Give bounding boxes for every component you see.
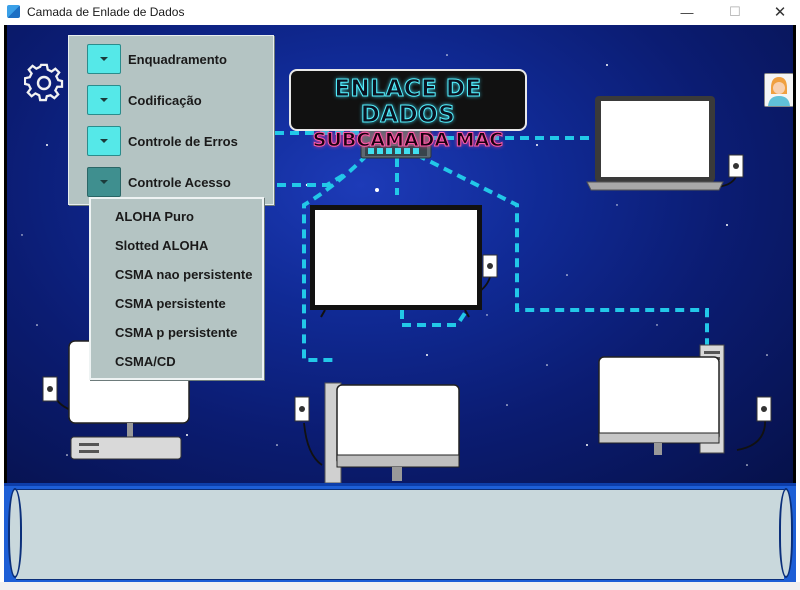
window-titlebar: Camada de Enlade de Dados — ☐ ✕ xyxy=(0,0,800,24)
submenu-item-csma-nao-persistente[interactable]: CSMA nao persistente xyxy=(115,267,253,282)
chevron-down-icon[interactable] xyxy=(87,126,121,156)
window-bottom-edge xyxy=(0,582,800,590)
transmission-medium-panel xyxy=(4,483,796,582)
menu-item-controle-acesso[interactable]: Controle Acesso xyxy=(87,166,231,198)
menu-item-enquadramento[interactable]: Enquadramento xyxy=(87,43,227,75)
layer-menu: Enquadramento Codificação Controle de Er… xyxy=(68,35,274,205)
menu-item-label: Controle Acesso xyxy=(128,174,231,190)
chevron-down-icon[interactable] xyxy=(87,44,121,74)
tube-right-cap xyxy=(779,488,793,578)
submenu-item-aloha-puro[interactable]: ALOHA Puro xyxy=(115,209,194,224)
maximize-button[interactable]: ☐ xyxy=(712,0,758,24)
tube-left-cap xyxy=(8,488,22,578)
menu-item-label: Controle de Erros xyxy=(128,133,238,149)
window-title: Camada de Enlade de Dados xyxy=(27,5,185,19)
app-icon xyxy=(7,5,20,18)
logo-title: ENLACE DE DADOS xyxy=(334,76,482,129)
access-control-submenu: ALOHA Puro Slotted ALOHA CSMA nao persis… xyxy=(89,197,264,380)
app-logo: ENLACE DE DADOS SUBCAMADA MAC xyxy=(289,69,527,152)
menu-item-controle-erros[interactable]: Controle de Erros xyxy=(87,125,238,157)
submenu-item-csma-cd[interactable]: CSMA/CD xyxy=(115,354,176,369)
desktop-computer-icon xyxy=(598,344,772,455)
menu-item-codificacao[interactable]: Codificação xyxy=(87,84,202,116)
avatar-icon[interactable] xyxy=(764,73,793,107)
laptop-icon xyxy=(586,96,744,191)
transmission-tube xyxy=(16,489,784,580)
submenu-item-csma-persistente[interactable]: CSMA persistente xyxy=(115,296,226,311)
menu-item-label: Codificação xyxy=(128,92,202,108)
desktop-computer-icon xyxy=(294,382,460,483)
submenu-item-slotted-aloha[interactable]: Slotted ALOHA xyxy=(115,238,208,253)
close-button[interactable]: ✕ xyxy=(757,0,800,24)
chevron-down-icon[interactable] xyxy=(87,167,121,197)
monitor-icon xyxy=(310,205,498,318)
menu-item-label: Enquadramento xyxy=(128,51,227,67)
gear-icon[interactable] xyxy=(24,63,64,103)
chevron-down-icon[interactable] xyxy=(87,85,121,115)
submenu-item-csma-p-persistente[interactable]: CSMA p persistente xyxy=(115,325,237,340)
minimize-button[interactable]: — xyxy=(664,0,710,24)
logo-subtitle: SUBCAMADA MAC xyxy=(312,129,504,152)
